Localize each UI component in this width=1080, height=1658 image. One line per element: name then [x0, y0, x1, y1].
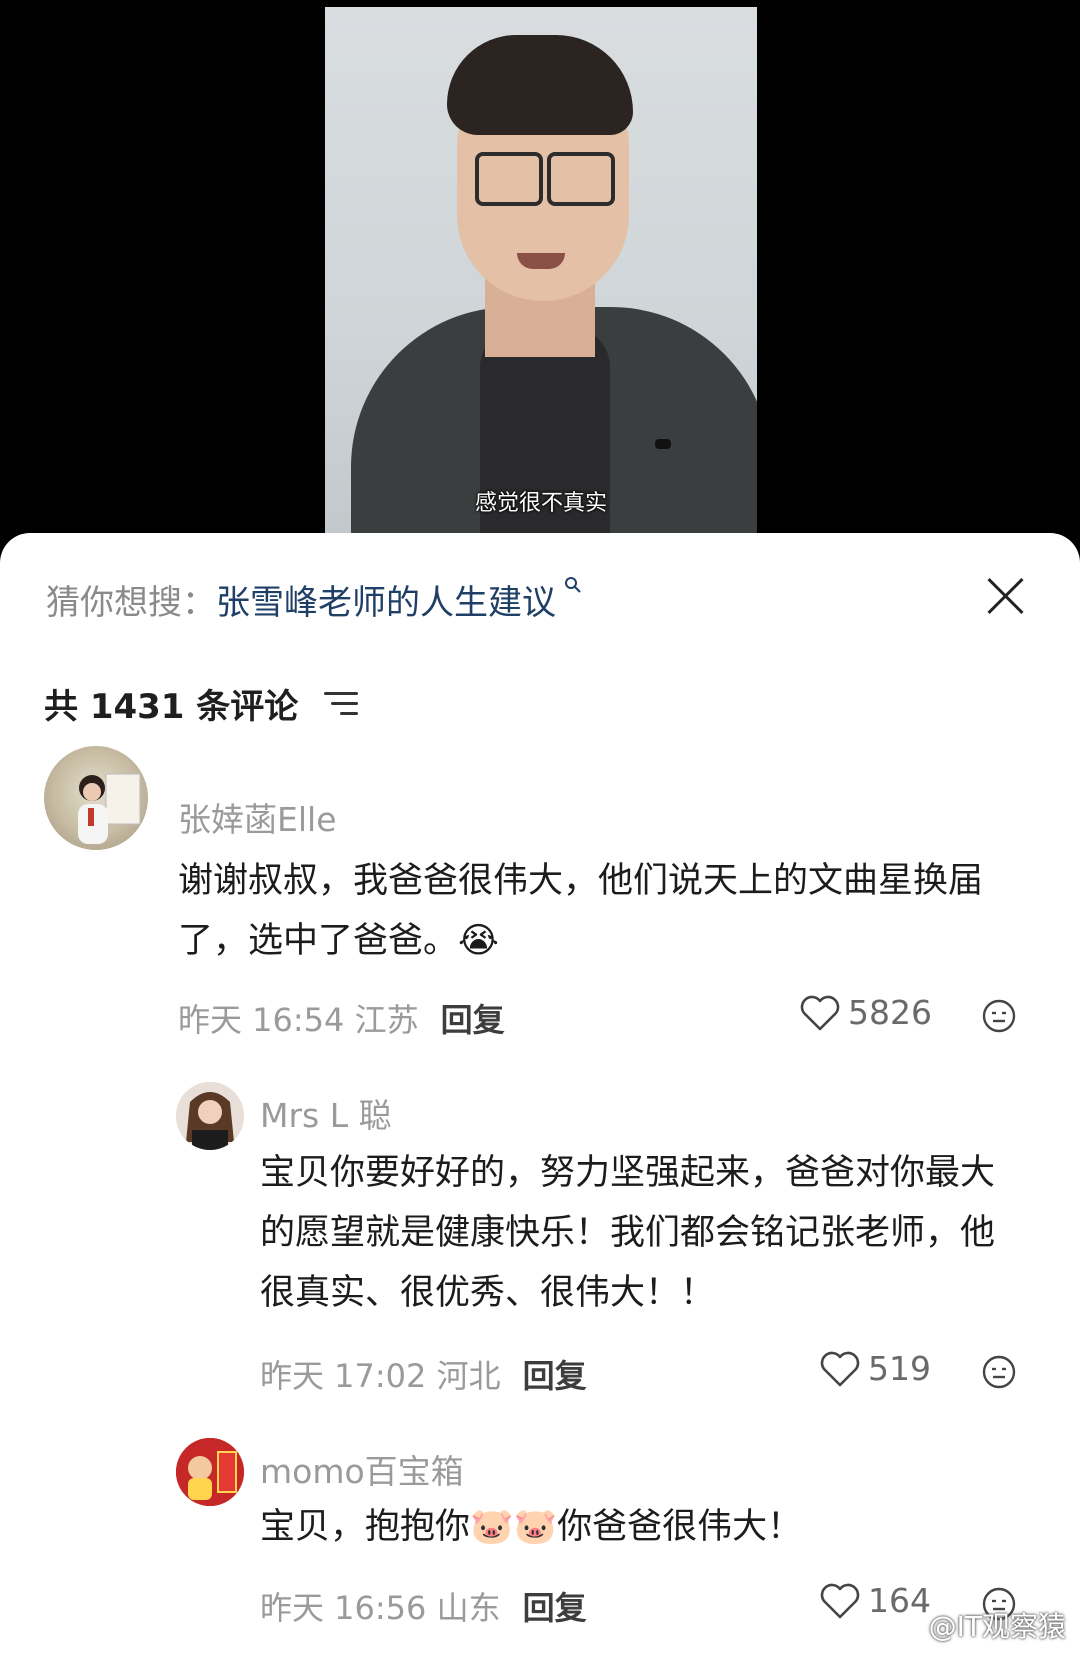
comment-panel: 猜你想搜：张雪峰老师的人生建议 共 1431 条评论 张婞菡Elle 谢谢叔叔，… — [0, 533, 1080, 1658]
comment-time-location: 昨天 17:02 河北 — [260, 1357, 501, 1395]
reply-button[interactable]: 回复 — [523, 1357, 587, 1395]
comment-username[interactable]: 张婞菡Elle — [178, 793, 337, 841]
avatar[interactable] — [44, 746, 148, 850]
dislike-face-icon[interactable] — [982, 1355, 1016, 1389]
comment-count-label: 共 1431 条评论 — [44, 687, 299, 727]
heart-icon — [820, 1351, 860, 1386]
comment-count: 共 1431 条评论 — [44, 679, 359, 728]
comment-meta: 昨天 16:54 江苏 回复 — [178, 995, 505, 1041]
comment-meta: 昨天 16:56 山东 回复 — [260, 1583, 587, 1629]
like-button[interactable]: 164 — [820, 1581, 931, 1620]
comment-time-location: 昨天 16:56 山东 — [260, 1589, 501, 1627]
heart-icon — [820, 1583, 860, 1618]
video-person-hair — [447, 35, 633, 135]
comment-text: 谢谢叔叔，我爸爸很伟大，他们说天上的文曲星换届了，选中了爸爸。😭 — [178, 861, 984, 961]
lapel-mic — [655, 439, 671, 449]
search-icon — [558, 575, 582, 599]
search-suggestion-prefix: 猜你想搜： — [46, 583, 216, 623]
heart-icon — [800, 995, 840, 1030]
comment-username[interactable]: momo百宝箱 — [260, 1445, 464, 1493]
dislike-face-icon[interactable] — [982, 999, 1016, 1033]
reply-button[interactable]: 回复 — [523, 1589, 587, 1627]
avatar[interactable] — [176, 1082, 244, 1150]
reply-button[interactable]: 回复 — [441, 1001, 505, 1039]
avatar[interactable] — [176, 1438, 244, 1506]
like-count: 519 — [868, 1349, 931, 1388]
comment-text: 宝贝你要好好的，努力坚强起来，爸爸对你最大的愿望就是健康快乐！我们都会铭记张老师… — [260, 1153, 996, 1313]
close-icon[interactable] — [984, 575, 1026, 617]
comment-meta: 昨天 17:02 河北 回复 — [260, 1351, 587, 1397]
video-subtitle: 感觉很不真实 — [474, 491, 607, 516]
search-suggestion-keyword[interactable]: 张雪峰老师的人生建议 — [216, 583, 556, 623]
like-button[interactable]: 519 — [820, 1349, 931, 1388]
like-count: 5826 — [848, 993, 932, 1032]
like-count: 164 — [868, 1581, 931, 1620]
sort-lines-icon[interactable] — [324, 691, 359, 718]
comment-text: 宝贝，抱抱你🐷🐷你爸爸很伟大！ — [260, 1507, 803, 1547]
watermark: @IT观察猿 — [928, 1610, 1066, 1643]
video-player[interactable]: 感觉很不真实 — [325, 7, 757, 540]
like-button[interactable]: 5826 — [800, 993, 932, 1032]
search-suggestion[interactable]: 猜你想搜：张雪峰老师的人生建议 — [46, 575, 582, 624]
comment-time-location: 昨天 16:54 江苏 — [178, 1001, 419, 1039]
comment-username[interactable]: Mrs L 聪 — [260, 1089, 392, 1137]
video-person-glasses — [475, 152, 615, 206]
